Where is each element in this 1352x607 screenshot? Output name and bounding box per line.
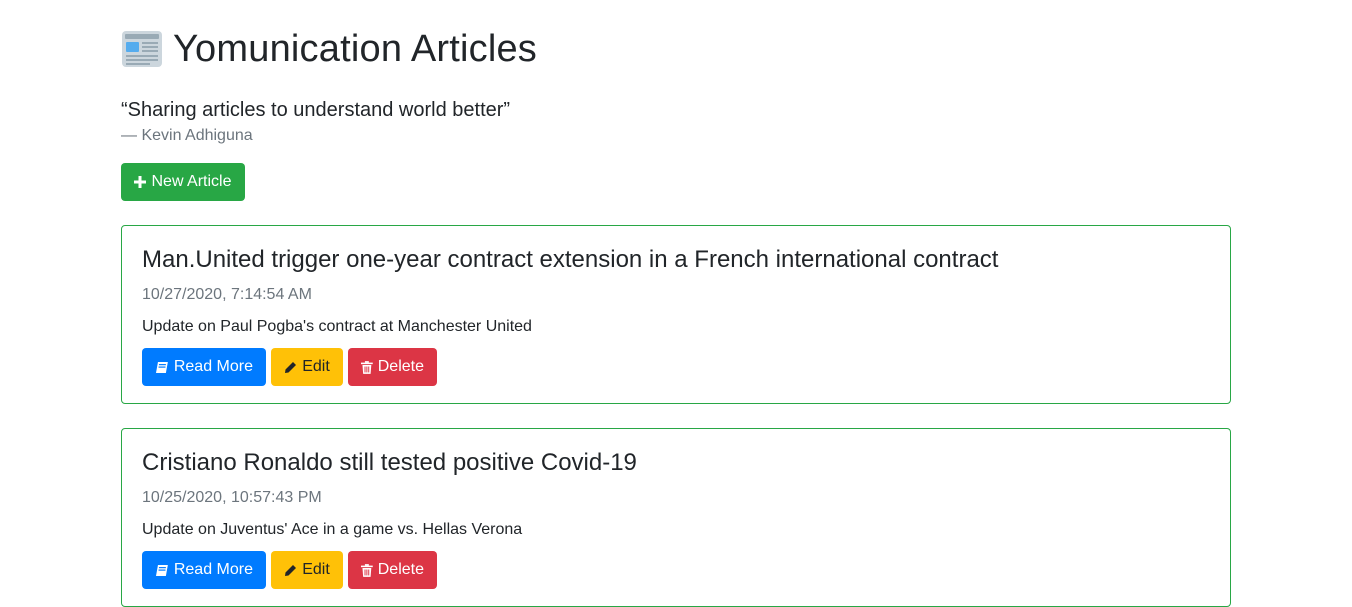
- delete-button[interactable]: Delete: [348, 348, 437, 386]
- read-more-button[interactable]: Read More: [142, 348, 266, 386]
- read-more-button[interactable]: Read More: [142, 551, 266, 589]
- delete-label: Delete: [377, 561, 424, 578]
- article-card: Man.United trigger one-year contract ext…: [121, 225, 1231, 404]
- article-description: Update on Juventus' Ace in a game vs. He…: [142, 521, 523, 538]
- page-title: Yomunication Articles: [173, 28, 537, 70]
- quote-text: “Sharing articles to understand world be…: [121, 99, 511, 121]
- delete-button[interactable]: Delete: [348, 551, 437, 589]
- page-header: Yomunication Articles: [121, 25, 1231, 73]
- quote-author: — Kevin Adhiguna: [121, 127, 253, 144]
- article-title: Cristiano Ronaldo still tested positive …: [142, 449, 637, 476]
- book-icon: [155, 564, 168, 576]
- article-date: 10/27/2020, 7:14:54 AM: [142, 286, 312, 303]
- trash-icon: [361, 360, 373, 374]
- newspaper-icon: [121, 29, 163, 69]
- new-article-label: New Article: [151, 173, 232, 190]
- new-article-wrap: New Article: [121, 163, 1231, 201]
- article-actions: Read More Edit Delete: [142, 348, 1210, 386]
- read-more-label: Read More: [173, 561, 253, 578]
- edit-label: Edit: [302, 358, 330, 375]
- article-date: 10/25/2020, 10:57:43 PM: [142, 489, 322, 506]
- article-card: Cristiano Ronaldo still tested positive …: [121, 428, 1231, 607]
- main-container: Yomunication Articles “Sharing articles …: [121, 0, 1231, 607]
- quote-block: “Sharing articles to understand world be…: [121, 98, 1231, 146]
- article-actions: Read More Edit Delete: [142, 551, 1210, 589]
- article-title: Man.United trigger one-year contract ext…: [142, 246, 999, 273]
- edit-button[interactable]: Edit: [271, 348, 343, 386]
- book-icon: [155, 361, 168, 373]
- plus-icon: [134, 176, 147, 188]
- delete-label: Delete: [377, 358, 424, 375]
- trash-icon: [361, 563, 373, 577]
- edit-button[interactable]: Edit: [271, 551, 343, 589]
- pencil-icon: [285, 564, 297, 576]
- read-more-label: Read More: [173, 358, 253, 375]
- new-article-button[interactable]: New Article: [121, 163, 245, 201]
- pencil-icon: [285, 361, 297, 373]
- article-description: Update on Paul Pogba's contract at Manch…: [142, 318, 532, 335]
- edit-label: Edit: [302, 561, 330, 578]
